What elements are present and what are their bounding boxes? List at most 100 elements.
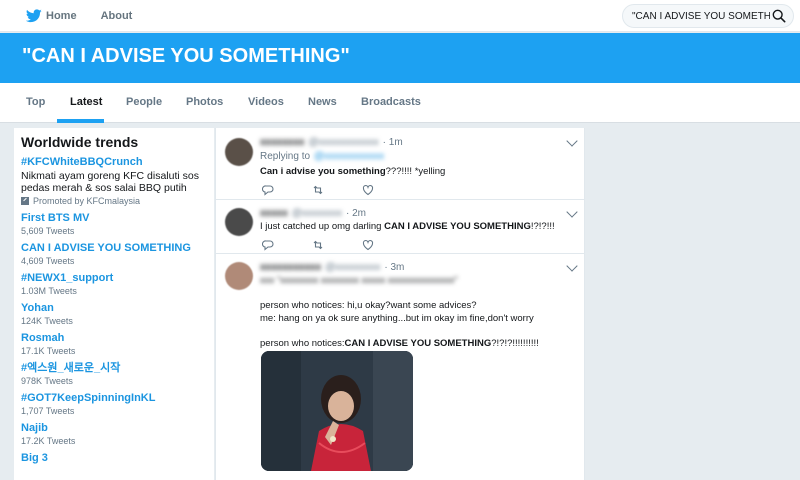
trend-item[interactable]: Rosmah 17.1K Tweets (21, 332, 207, 356)
tweet-header: xxxxxxxx @xxxxxxxxxxxx · 1m (260, 137, 403, 148)
trend-count: 978K Tweets (21, 376, 73, 386)
trend-item-promoted[interactable]: #KFCWhiteBBQCrunch Nikmati ayam goreng K… (21, 156, 207, 206)
tweet-actions (262, 239, 402, 251)
tweet[interactable]: xxxxxxxxxxx @xxxxxxxxx · 3m xxx "xxxxxxx… (216, 254, 584, 480)
trend-item[interactable]: #GOT7KeepSpinningInKL 1,707 Tweets (21, 392, 207, 416)
trend-item[interactable]: CAN I ADVISE YOU SOMETHING 4,609 Tweets (21, 242, 207, 266)
avatar[interactable] (225, 138, 253, 166)
tweet-header: xxxxxxxxxxx @xxxxxxxxx · 3m (260, 262, 404, 273)
trend-description: Nikmati ayam goreng KFC disaluti sos ped… (21, 170, 199, 194)
user-handle[interactable]: @xxxxxxxxxxxx (309, 137, 379, 148)
trend-count: 5,609 Tweets (21, 226, 75, 236)
tweet-text-rest: ???!!!! *yelling (385, 166, 446, 177)
trend-count: 4,609 Tweets (21, 256, 75, 266)
like-icon[interactable] (362, 239, 374, 251)
promoted-text: Promoted by KFCmalaysia (33, 196, 141, 206)
tweet-time[interactable]: · 3m (384, 262, 404, 273)
photo-content (261, 351, 413, 471)
search-banner: "CAN I ADVISE YOU SOMETHING" (0, 33, 800, 83)
trend-name: First BTS MV (21, 212, 90, 224)
tweet-text-line: person who notices:CAN I ADVISE YOU SOME… (260, 338, 539, 349)
user-name[interactable]: xxxxxxxxxxx (260, 262, 321, 273)
trend-item[interactable]: First BTS MV 5,609 Tweets (21, 212, 207, 236)
trend-name: CAN I ADVISE YOU SOMETHING (21, 242, 191, 254)
trend-item[interactable]: Yohan 124K Tweets (21, 302, 207, 326)
user-handle[interactable]: @xxxxxxxxx (325, 262, 380, 273)
about-link[interactable]: About (101, 10, 133, 22)
search-tabs: Top Latest People Photos Videos News Bro… (0, 83, 800, 123)
tweet-text-line: me: hang on ya ok sure anything...but im… (260, 313, 534, 324)
trend-name: Yohan (21, 302, 54, 314)
trend-item[interactable]: Big 3 (21, 452, 207, 465)
top-navigation-bar: Home About (0, 0, 800, 32)
reply-icon[interactable] (262, 239, 274, 251)
tweet-text-line: person who notices: hi,u okay?want some … (260, 300, 477, 311)
tab-videos[interactable]: Videos (248, 96, 284, 108)
trend-count: 124K Tweets (21, 316, 73, 326)
tab-broadcasts[interactable]: Broadcasts (361, 96, 421, 108)
right-column-empty (585, 128, 800, 480)
tweet-text: I just catched up omg darling CAN I ADVI… (260, 221, 555, 232)
trend-name: Najib (21, 422, 48, 434)
tweet-header: xxxxx @xxxxxxxx · 2m (260, 208, 366, 219)
reply-to-handle[interactable]: @xxxxxxxxxxxx (314, 151, 384, 162)
tab-people[interactable]: People (126, 96, 162, 108)
tab-top[interactable]: Top (26, 96, 45, 108)
tweet-text-bold: Can i advise you something (260, 166, 386, 177)
trend-count: 1,707 Tweets (21, 406, 75, 416)
trend-name: #엑스원_새로운_시작 (21, 362, 121, 374)
page-title: "CAN I ADVISE YOU SOMETHING" (22, 45, 350, 67)
tweet-actions (262, 184, 402, 196)
chevron-down-icon[interactable] (566, 206, 578, 218)
tab-news[interactable]: News (308, 96, 337, 108)
tab-photos[interactable]: Photos (186, 96, 223, 108)
trend-name: #NEWX1_support (21, 272, 114, 284)
user-name[interactable]: xxxxxxxx (260, 137, 305, 148)
active-tab-indicator (57, 119, 104, 123)
trend-item[interactable]: #엑스원_새로운_시작 978K Tweets (21, 362, 207, 386)
tweet-time[interactable]: · 2m (346, 208, 366, 219)
search-input[interactable] (632, 10, 770, 22)
trend-name: #GOT7KeepSpinningInKL (21, 392, 156, 404)
trend-item[interactable]: Najib 17.2K Tweets (21, 422, 207, 446)
promoted-label: Promoted by KFCmalaysia (21, 196, 207, 206)
promoted-icon (21, 197, 29, 205)
retweet-icon[interactable] (312, 239, 324, 251)
trend-count: 17.2K Tweets (21, 436, 76, 446)
trend-name: #KFCWhiteBBQCrunch (21, 156, 143, 168)
home-link[interactable]: Home (26, 8, 77, 23)
like-icon[interactable] (362, 184, 374, 196)
tab-latest[interactable]: Latest (70, 96, 102, 108)
tweet[interactable]: xxxxx @xxxxxxxx · 2m I just catched up o… (216, 200, 584, 254)
tweet-photo[interactable] (261, 351, 413, 471)
trend-item[interactable]: #NEWX1_support 1.03M Tweets (21, 272, 207, 296)
trend-count: 1.03M Tweets (21, 286, 77, 296)
tweet-timeline: xxxxxxxx @xxxxxxxxxxxx · 1m Replying to … (215, 128, 585, 480)
trend-count: 17.1K Tweets (21, 346, 76, 356)
avatar[interactable] (225, 208, 253, 236)
trends-title: Worldwide trends (21, 134, 139, 150)
avatar[interactable] (225, 262, 253, 290)
tweet-text-bold: CAN I ADVISE YOU SOMETHING (344, 338, 492, 349)
trend-name: Rosmah (21, 332, 65, 344)
tweet-text: Can i advise you something???!!!! *yelli… (260, 166, 445, 177)
tweet-text-rest: ?!?!?!!!!!!!!!! (491, 338, 539, 349)
tweet-text-rest: !?!?!!! (530, 221, 555, 232)
tweet-text-pre: person who notices: (260, 338, 345, 349)
chevron-down-icon[interactable] (566, 135, 578, 147)
reply-icon[interactable] (262, 184, 274, 196)
retweet-icon[interactable] (312, 184, 324, 196)
tweet-hidden-line: xxx "xxxxxxxx xxxxxxxx xxxxx xxxxxxxxxxx… (260, 275, 458, 286)
replying-to-label: Replying to (260, 151, 311, 162)
tweet-text-bold: CAN I ADVISE YOU SOMETHING (384, 221, 531, 232)
tweet-time[interactable]: · 1m (383, 137, 403, 148)
search-box (622, 4, 794, 28)
reply-context: Replying to @xxxxxxxxxxxx (260, 151, 384, 162)
search-icon[interactable] (772, 9, 786, 23)
tweet-text-pre: I just catched up omg darling (260, 221, 385, 232)
tweet[interactable]: xxxxxxxx @xxxxxxxxxxxx · 1m Replying to … (216, 128, 584, 200)
chevron-down-icon[interactable] (566, 260, 578, 272)
user-name[interactable]: xxxxx (260, 208, 288, 219)
user-handle[interactable]: @xxxxxxxx (292, 208, 342, 219)
worldwide-trends-panel: Worldwide trends #KFCWhiteBBQCrunch Nikm… (14, 128, 214, 480)
